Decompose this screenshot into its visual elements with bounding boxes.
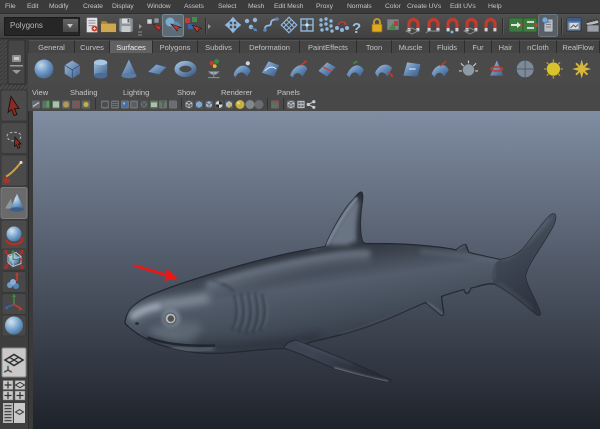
svg-text:T: T: [161, 101, 166, 110]
svg-text:?: ?: [352, 20, 361, 37]
